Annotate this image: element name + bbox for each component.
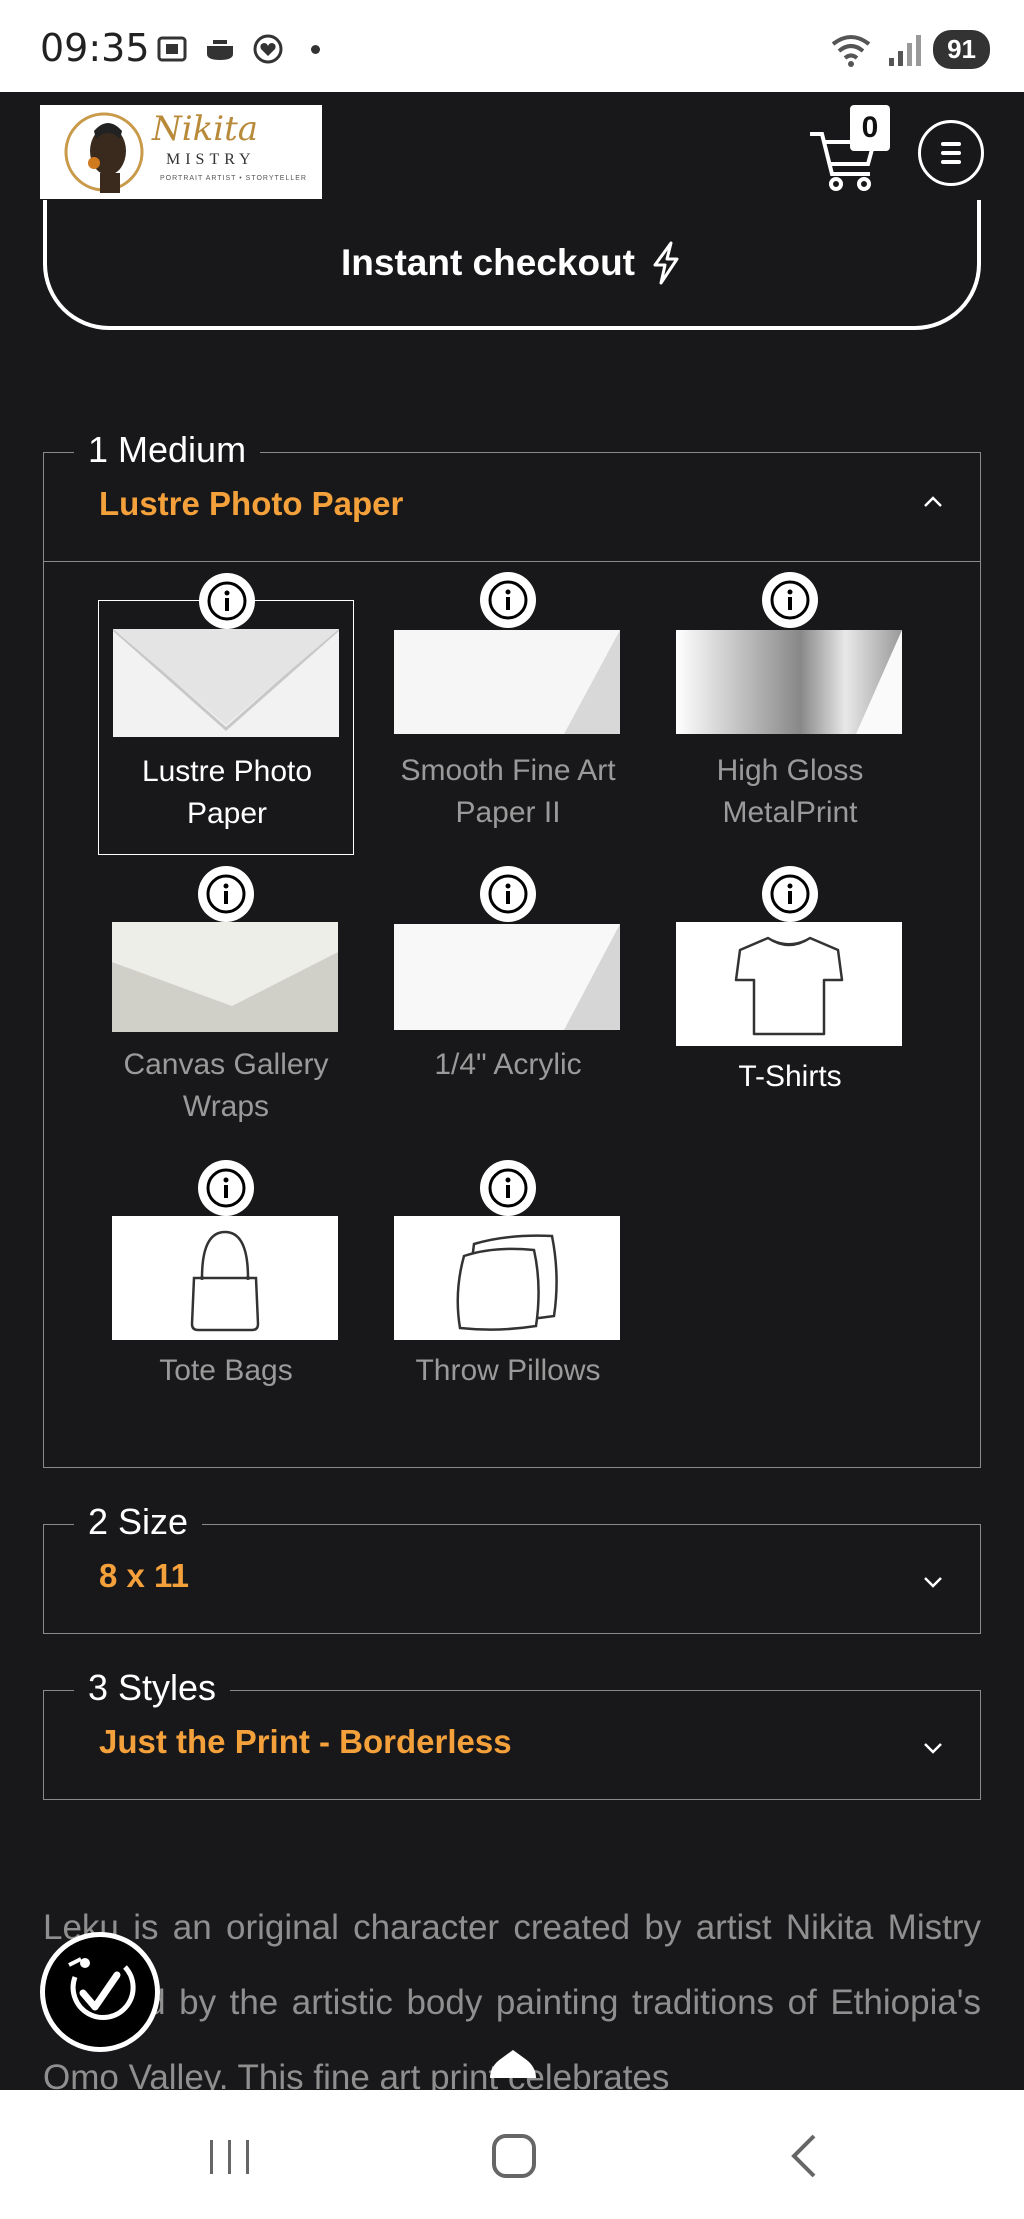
medium-option-label: High Gloss MetalPrint: [716, 754, 864, 829]
medium-option-tote-bags[interactable]: Tote Bags: [98, 1160, 354, 1443]
info-icon[interactable]: [480, 866, 536, 922]
cart-count-badge: 0: [850, 105, 890, 151]
logo-name: Nikita: [152, 109, 259, 149]
instant-checkout-button[interactable]: Instant checkout: [43, 200, 981, 330]
tote-bag-icon: [112, 1216, 338, 1340]
medium-selected-value[interactable]: Lustre Photo Paper: [99, 485, 403, 523]
accessibility-check-icon: [68, 1957, 136, 2020]
instant-checkout-label: Instant checkout: [341, 242, 635, 283]
pot-icon: [207, 40, 233, 60]
notification-dot: [311, 44, 320, 54]
size-selected-value[interactable]: 8 x 11: [99, 1557, 189, 1595]
medium-option-label: Canvas Gallery Wraps: [123, 1048, 329, 1123]
chevron-down-icon[interactable]: [922, 1571, 944, 1593]
styles-selector[interactable]: 3 Styles Just the Print - Borderless: [43, 1667, 981, 1800]
portrait-logo-icon: [64, 112, 144, 193]
throw-pillow-icon: [394, 1216, 620, 1340]
home-icon[interactable]: [484, 2126, 544, 2186]
medium-option-label: Lustre Photo Paper: [141, 755, 313, 830]
info-icon[interactable]: [762, 572, 818, 628]
size-selector[interactable]: 2 Size 8 x 11: [43, 1501, 981, 1634]
medium-option-t-shirts[interactable]: T-Shirts: [662, 866, 918, 1149]
canvas-thumbnail: [112, 922, 338, 1032]
menu-button[interactable]: [918, 120, 984, 186]
menu-icon-line: [941, 160, 961, 164]
info-icon[interactable]: [198, 866, 254, 922]
medium-option-label: Tote Bags: [159, 1354, 293, 1387]
status-bar: 09:35 91: [0, 0, 1024, 92]
heart-badge-icon: [253, 34, 283, 64]
logo-surname: MISTRY: [166, 151, 256, 168]
medium-option-acrylic[interactable]: 1/4" Acrylic: [380, 866, 636, 1149]
t-shirt-icon: [676, 922, 902, 1046]
info-icon[interactable]: [199, 573, 255, 629]
battery-level: 91: [933, 30, 990, 69]
info-icon[interactable]: [480, 1160, 536, 1216]
lightning-icon: [653, 241, 679, 285]
accessibility-button[interactable]: [40, 1932, 160, 2052]
medium-option-label: 1/4" Acrylic: [434, 1048, 582, 1081]
menu-icon-line: [941, 142, 961, 146]
status-time: 09:35: [40, 26, 150, 70]
system-navigation-bar: [0, 2090, 1024, 2219]
metalprint-thumbnail: [676, 630, 902, 734]
back-icon[interactable]: [774, 2126, 834, 2186]
info-icon[interactable]: [198, 1160, 254, 1216]
medium-option-smooth-fine-art-paper[interactable]: Smooth Fine Art Paper II: [380, 572, 636, 855]
recent-apps-icon[interactable]: [200, 2126, 260, 2186]
medium-option-throw-pillows[interactable]: Throw Pillows: [380, 1160, 636, 1443]
info-icon[interactable]: [480, 572, 536, 628]
medium-option-canvas-gallery-wraps[interactable]: Canvas Gallery Wraps: [98, 866, 354, 1149]
medium-options: Lustre Photo Paper Smooth Fine Art Paper…: [44, 561, 980, 1466]
medium-option-high-gloss-metalprint[interactable]: High Gloss MetalPrint: [662, 572, 918, 855]
acrylic-thumbnail: [394, 924, 620, 1030]
wifi-icon: [831, 34, 871, 67]
scroll-up-icon[interactable]: [486, 2046, 540, 2082]
styles-legend: 3 Styles: [74, 1667, 231, 1709]
chevron-down-icon[interactable]: [922, 1737, 944, 1759]
medium-option-lustre-photo-paper[interactable]: Lustre Photo Paper: [98, 573, 354, 855]
medium-selector: 1 Medium Lustre Photo Paper Lustre Photo…: [43, 429, 981, 1468]
styles-selected-value[interactable]: Just the Print - Borderless: [99, 1723, 512, 1761]
menu-icon-line: [941, 151, 961, 155]
medium-option-label: Throw Pillows: [415, 1354, 601, 1387]
chevron-up-icon[interactable]: [922, 491, 944, 513]
status-icons-right: 91: [829, 30, 990, 69]
smooth-paper-thumbnail: [394, 630, 620, 734]
signal-icon: [889, 34, 922, 66]
logo-tagline: PORTRAIT ARTIST • STORYTELLER: [160, 175, 307, 182]
info-icon[interactable]: [762, 866, 818, 922]
medium-option-label: T-Shirts: [738, 1060, 842, 1093]
site-header: Nikita MISTRY PORTRAIT ARTIST • STORYTEL…: [0, 92, 1024, 214]
site-logo[interactable]: Nikita MISTRY PORTRAIT ARTIST • STORYTEL…: [40, 105, 322, 199]
medium-option-label: Smooth Fine Art Paper II: [400, 754, 616, 829]
size-legend: 2 Size: [74, 1501, 203, 1543]
medium-legend: 1 Medium: [74, 429, 261, 471]
status-icons-left: [155, 32, 320, 66]
screenshot-icon: [157, 36, 187, 62]
lustre-paper-thumbnail: [113, 629, 339, 737]
